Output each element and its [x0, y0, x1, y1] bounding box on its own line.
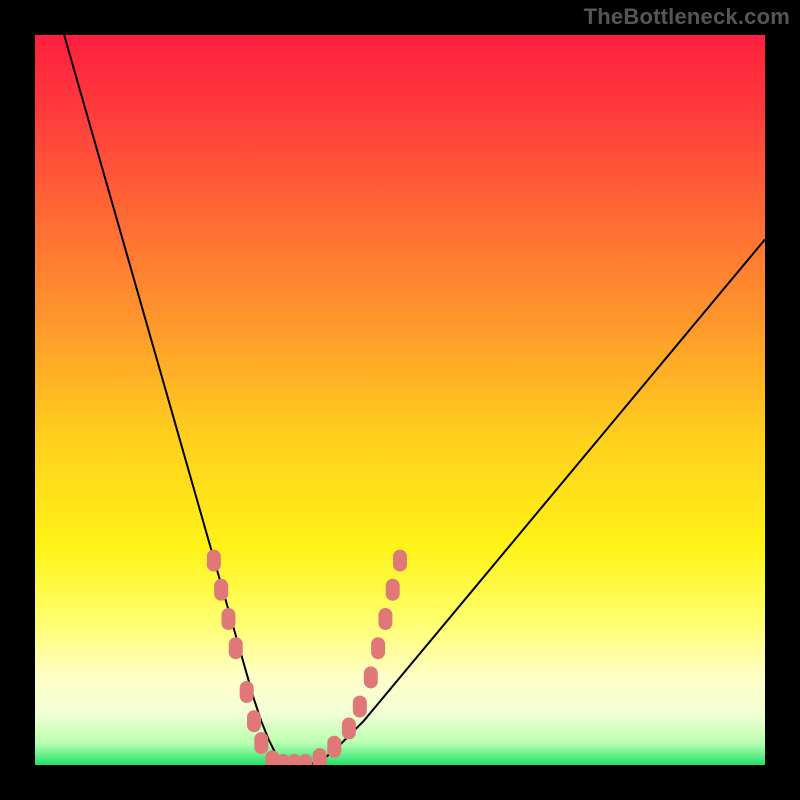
marker-point [247, 710, 261, 732]
gradient-background [35, 35, 765, 765]
watermark-text: TheBottleneck.com [584, 4, 790, 30]
marker-point [327, 736, 341, 758]
marker-point [378, 608, 392, 630]
marker-point [240, 681, 254, 703]
marker-point [353, 696, 367, 718]
marker-point [207, 550, 221, 572]
marker-point [393, 550, 407, 572]
marker-point [229, 637, 243, 659]
chart-stage: TheBottleneck.com [0, 0, 800, 800]
marker-point [386, 579, 400, 601]
marker-point [313, 748, 327, 765]
bottleneck-chart [35, 35, 765, 765]
marker-point [214, 579, 228, 601]
marker-point [364, 666, 378, 688]
marker-point [371, 637, 385, 659]
marker-point [221, 608, 235, 630]
marker-point [254, 732, 268, 754]
marker-point [342, 718, 356, 740]
plot-area [35, 35, 765, 765]
